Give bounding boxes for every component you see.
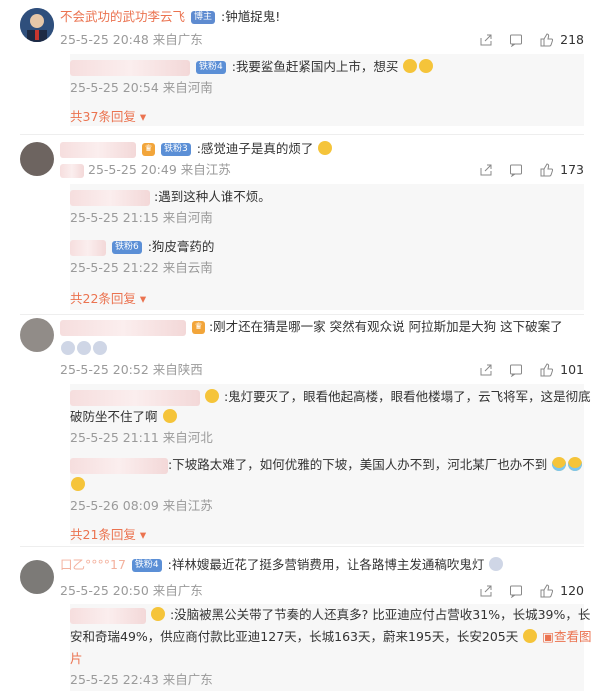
comment-header: ♛ :刚才还在猜是哪一家 突然有观众说 阿拉斯加是大狗 这下破案了 [60, 318, 563, 336]
emoji-icon [523, 629, 538, 643]
reply-meta: 25-5-26 08:09 来自江苏 [70, 498, 213, 513]
username[interactable]: 不会武功的武功李云飞 [60, 9, 185, 24]
comment-meta: 25-5-25 20:50 来自广东 [60, 583, 203, 598]
fan-badge: 铁粉4 [131, 559, 162, 572]
reply-box: :遇到这种人谁不烦。 25-5-25 21:15 来自河南 铁粉6 :狗皮膏药的… [70, 184, 584, 310]
comment-header: 不会武功的武功李云飞 博主 :钟馗捉鬼! [60, 8, 280, 26]
laugh-emoji-icon [419, 59, 434, 73]
avatar[interactable] [20, 560, 54, 594]
blurred-username [70, 59, 190, 76]
blurred-username [60, 319, 186, 336]
fan-badge: 铁粉6 [111, 241, 142, 254]
reply-meta: 25-5-25 21:11 来自河北 [70, 430, 213, 445]
reply-text-cont: 破防坐不住了啊 [70, 409, 158, 424]
emoji-icon [61, 341, 75, 355]
more-replies-link[interactable]: 共37条回复 ▾ [70, 106, 146, 125]
comment-meta: 25-5-25 20:49 来自江苏 [60, 162, 231, 178]
comment-meta: 25-5-25 20:48 来自广东 [60, 32, 203, 47]
reply-box: :没脑被黑公关带了节奏的人还真多? 比亚迪应付占营收31%，长城39%，长 安和… [70, 604, 592, 691]
laugh-emoji-icon [403, 59, 418, 73]
blurred-username [70, 189, 150, 206]
like-count: 101 [560, 362, 584, 377]
blogger-badge: 博主 [191, 11, 216, 24]
reply-text: :没脑被黑公关带了节奏的人还真多? 比亚迪应付占营收31%，长城39%，长 [169, 607, 591, 622]
view-image-link-cont[interactable]: 片 [70, 651, 83, 666]
crown-icon: ♛ [141, 143, 155, 156]
laugh-emoji-icon [162, 409, 177, 423]
emoji-icon [77, 341, 91, 355]
comment-meta: 25-5-25 20:52 来自陕西 [60, 362, 203, 377]
reply-box: 铁粉4 :我要鲨鱼赶紧国内上市，想买 25-5-25 20:54 来自河南 共3… [70, 54, 584, 126]
comment-actions: 173 [464, 162, 584, 177]
blurred-username [70, 389, 200, 406]
reply-text-cont: 安和奇瑞49%，供应商付款比亚迪127天，长城163天，蔚来195天，长安205… [70, 629, 519, 644]
comment-icon[interactable] [508, 33, 524, 47]
emoji-icon [93, 341, 107, 355]
avatar[interactable] [20, 142, 54, 176]
comment-actions: 120 [464, 583, 584, 598]
blurred-username [70, 239, 106, 256]
emoji-icon [318, 141, 333, 155]
divider [20, 314, 584, 315]
comment-text: :刚才还在猜是哪一家 突然有观众说 阿拉斯加是大狗 这下破案了 [208, 319, 563, 334]
comment-text: :祥林嫂最近花了挺多营销费用，让各路博主发通稿吹鬼灯 [167, 557, 485, 572]
share-icon[interactable] [478, 584, 494, 598]
like-count: 173 [560, 162, 584, 177]
like-count: 218 [560, 32, 584, 47]
divider [20, 546, 584, 547]
reply-meta: 25-5-25 21:15 来自河南 [70, 210, 213, 225]
comment-text: :感觉迪子是真的烦了 [196, 141, 314, 156]
reply-meta: 25-5-25 20:54 来自河南 [70, 80, 213, 95]
comment-icon[interactable] [508, 584, 524, 598]
cry-emoji-icon [552, 457, 567, 471]
emoji-icon [150, 607, 165, 621]
emoji-icon [489, 557, 504, 571]
cry-emoji-icon [568, 457, 583, 471]
reply-meta: 25-5-25 21:22 来自云南 [70, 260, 213, 275]
crown-icon: ♛ [191, 321, 205, 334]
reply-meta: 25-5-25 22:43 来自广东 [70, 672, 213, 687]
blurred-username [60, 141, 136, 158]
view-image-link[interactable]: ▣查看图 [542, 629, 591, 644]
comment-text: :钟馗捉鬼! [221, 9, 281, 24]
comment-header: 口乙°°°°17 铁粉4 :祥林嫂最近花了挺多营销费用，让各路博主发通稿吹鬼灯 [60, 556, 504, 574]
more-replies-link[interactable]: 共21条回复 ▾ [70, 524, 146, 543]
like-icon[interactable] [538, 583, 554, 598]
emoji-row [60, 340, 108, 358]
comment-header: ♛ 铁粉3 :感觉迪子是真的烦了 [60, 140, 333, 158]
username[interactable]: 口乙°°°°17 [60, 557, 126, 572]
like-icon[interactable] [538, 362, 554, 377]
blurred-username [70, 607, 146, 624]
fan-badge: 铁粉3 [160, 143, 191, 156]
reply-text: :鬼灯要灭了，眼看他起高楼，眼看他楼塌了，云飞将军，这是彻底 [223, 389, 591, 404]
emoji-icon [204, 389, 219, 403]
like-icon[interactable] [538, 162, 554, 177]
divider [20, 134, 584, 135]
reply-text: :下坡路太难了，如何优雅的下坡，美国人办不到，河北某厂也办不到 [168, 457, 548, 472]
reply-box: :鬼灯要灭了，眼看他起高楼，眼看他楼塌了，云飞将军，这是彻底 破防坐不住了啊 2… [70, 384, 591, 544]
comment-icon[interactable] [508, 163, 524, 177]
comment-actions: 101 [464, 362, 584, 377]
blurred-username [70, 457, 168, 474]
comment-actions: 218 [464, 32, 584, 47]
more-replies-link[interactable]: 共22条回复 ▾ [70, 288, 146, 307]
like-count: 120 [560, 583, 584, 598]
reply-text: :我要鲨鱼赶紧国内上市，想买 [231, 59, 399, 74]
share-icon[interactable] [478, 33, 494, 47]
like-icon[interactable] [538, 32, 554, 47]
share-icon[interactable] [478, 363, 494, 377]
share-icon[interactable] [478, 163, 494, 177]
comment-icon[interactable] [508, 363, 524, 377]
reply-text: :狗皮膏药的 [147, 239, 215, 254]
fan-badge: 铁粉4 [195, 61, 226, 74]
avatar[interactable] [20, 8, 54, 42]
emoji-icon [71, 477, 85, 491]
reply-text: :遇到这种人谁不烦。 [153, 189, 271, 204]
avatar[interactable] [20, 318, 54, 352]
